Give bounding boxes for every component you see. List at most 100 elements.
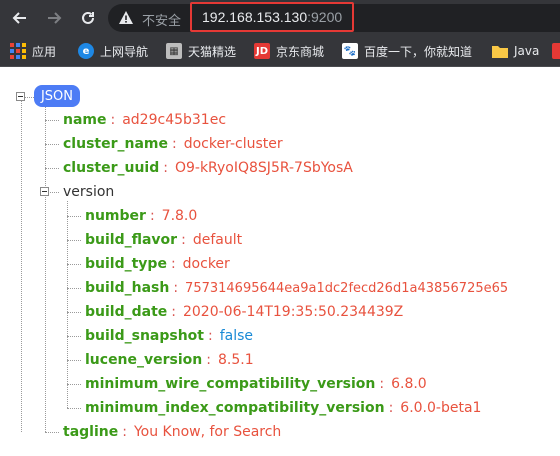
warning-icon[interactable]	[118, 10, 134, 26]
bookmark-label: 百度一下，你就知道	[364, 44, 473, 59]
bookmark-label: 京东商城	[276, 44, 325, 59]
tree-guide	[45, 432, 59, 433]
tree-guide	[67, 360, 81, 361]
collapse-root-toggle-icon[interactable]	[16, 92, 25, 101]
json-value: 2020-06-14T19:35:50.234439Z	[182, 304, 404, 320]
json-colon: :	[110, 112, 116, 128]
collapse-version-toggle-icon[interactable]	[40, 187, 49, 196]
json-colon: :	[181, 232, 186, 248]
json-value: ad29c45b31ec	[122, 112, 227, 128]
json-row-build-hash: build_hash:757314695644ea9a1dc2fecd26d1a…	[85, 278, 508, 298]
json-key: cluster_uuid	[63, 160, 160, 176]
json-colon: :	[172, 136, 177, 152]
json-value: default	[192, 232, 243, 248]
json-key: number	[85, 208, 146, 224]
bookmark-label: 天猫精选	[188, 44, 237, 59]
json-row-cluster-name: cluster_name: docker-cluster	[63, 134, 283, 154]
json-row-number: number:7.8.0	[85, 206, 197, 226]
json-colon: :	[149, 208, 155, 224]
json-colon: :	[163, 160, 168, 176]
browser-toolbar: 不安全 192.168.153.130:9200	[0, 0, 560, 36]
json-value: 757314695644ea9a1dc2fecd26d1a43856725e65	[185, 281, 509, 296]
json-value: You Know, for Search	[133, 424, 282, 440]
security-label: 不安全	[142, 14, 182, 29]
nav-e-icon: e	[78, 43, 94, 59]
tree-guide	[45, 168, 59, 169]
bookmark-apps[interactable]: 应用	[10, 41, 56, 61]
json-value: O9-kRyoIQ8SJ5R-7SbYosA	[174, 160, 353, 176]
json-row-build-flavor: build_flavor: default	[85, 230, 242, 250]
json-key: minimum_index_compatibility_version	[85, 400, 385, 416]
json-key: version	[63, 184, 115, 200]
json-colon: :	[171, 304, 176, 320]
json-colon: :	[122, 424, 127, 440]
json-value: false	[219, 328, 254, 344]
json-key: build_hash	[85, 280, 170, 296]
bookmark-label: 应用	[32, 44, 57, 59]
json-key: lucene_version	[85, 352, 203, 368]
json-key: tagline	[63, 424, 119, 440]
json-value: 7.8.0	[161, 208, 198, 224]
bookmark-baidu[interactable]: 🐾 百度一下，你就知道	[342, 41, 472, 61]
json-colon: :	[173, 280, 179, 296]
json-row-version[interactable]: version	[63, 182, 114, 202]
bookmark-overflow-icon	[552, 43, 560, 59]
json-colon: :	[388, 400, 394, 416]
json-key: build_snapshot	[85, 328, 204, 344]
bookmark-nav[interactable]: e 上网导航	[78, 41, 148, 61]
bookmark-label: Java	[514, 44, 540, 58]
tree-guide	[67, 240, 81, 241]
json-row-build-type: build_type: docker	[85, 254, 230, 274]
json-key: build_flavor	[85, 232, 178, 248]
json-key: build_type	[85, 256, 167, 272]
tree-guide-root	[21, 101, 22, 432]
address-bar[interactable]: 不安全 192.168.153.130:9200	[108, 2, 560, 32]
json-key: cluster_name	[63, 136, 168, 152]
json-row-build-snapshot: build_snapshot: false	[85, 326, 253, 346]
json-colon: :	[379, 376, 385, 392]
tree-guide	[67, 216, 81, 217]
folder-icon	[492, 43, 508, 59]
json-value: 6.0.0-beta1	[400, 400, 482, 416]
json-colon: :	[170, 256, 176, 272]
json-value: docker	[182, 256, 230, 272]
json-colon: :	[208, 328, 213, 344]
tree-guide	[67, 264, 81, 265]
bookmark-overflow[interactable]	[552, 41, 560, 61]
json-row-min-wire-version: minimum_wire_compatibility_version:6.8.0	[85, 374, 427, 394]
apps-grid-icon	[10, 43, 26, 59]
tmall-icon: ▦	[166, 43, 182, 59]
bookmark-java-folder[interactable]: Java	[492, 41, 539, 61]
json-colon: :	[206, 352, 211, 368]
json-root-badge[interactable]: JSON	[34, 85, 80, 107]
tree-guide-level1	[45, 107, 46, 432]
reload-icon[interactable]	[76, 6, 100, 30]
forward-arrow-icon[interactable]	[42, 6, 66, 30]
json-row-lucene-version: lucene_version:8.5.1	[85, 350, 254, 370]
json-row-min-index-version: minimum_index_compatibility_version:6.0.…	[85, 398, 481, 418]
json-value: 8.5.1	[217, 352, 254, 368]
baidu-paw-icon: 🐾	[342, 43, 358, 59]
bookmark-label: 上网导航	[100, 44, 149, 59]
bookmark-tmall[interactable]: ▦ 天猫精选	[166, 41, 236, 61]
json-row-name: name: ad29c45b31ec	[63, 110, 226, 130]
json-value: docker-cluster	[183, 136, 283, 152]
tree-guide	[45, 144, 59, 145]
json-value: 6.8.0	[391, 376, 427, 392]
tree-guide	[67, 408, 81, 409]
json-row-cluster-uuid: cluster_uuid: O9-kRyoIQ8SJ5R-7SbYosA	[63, 158, 353, 178]
bookmark-jd[interactable]: JD 京东商城	[254, 41, 324, 61]
json-key: minimum_wire_compatibility_version	[85, 376, 376, 392]
tree-guide	[67, 312, 81, 313]
tree-guide	[67, 288, 81, 289]
json-key: build_date	[85, 304, 168, 320]
jd-icon: JD	[254, 43, 270, 59]
json-row-tagline: tagline: You Know, for Search	[63, 422, 281, 442]
json-key: name	[63, 112, 107, 128]
tree-guide	[45, 120, 59, 121]
tree-guide	[67, 336, 81, 337]
back-arrow-icon[interactable]	[8, 6, 32, 30]
tree-guide	[67, 384, 81, 385]
tree-guide	[50, 192, 59, 193]
json-viewer: JSON name: ad29c45b31ec cluster_name: dock…	[0, 67, 560, 456]
